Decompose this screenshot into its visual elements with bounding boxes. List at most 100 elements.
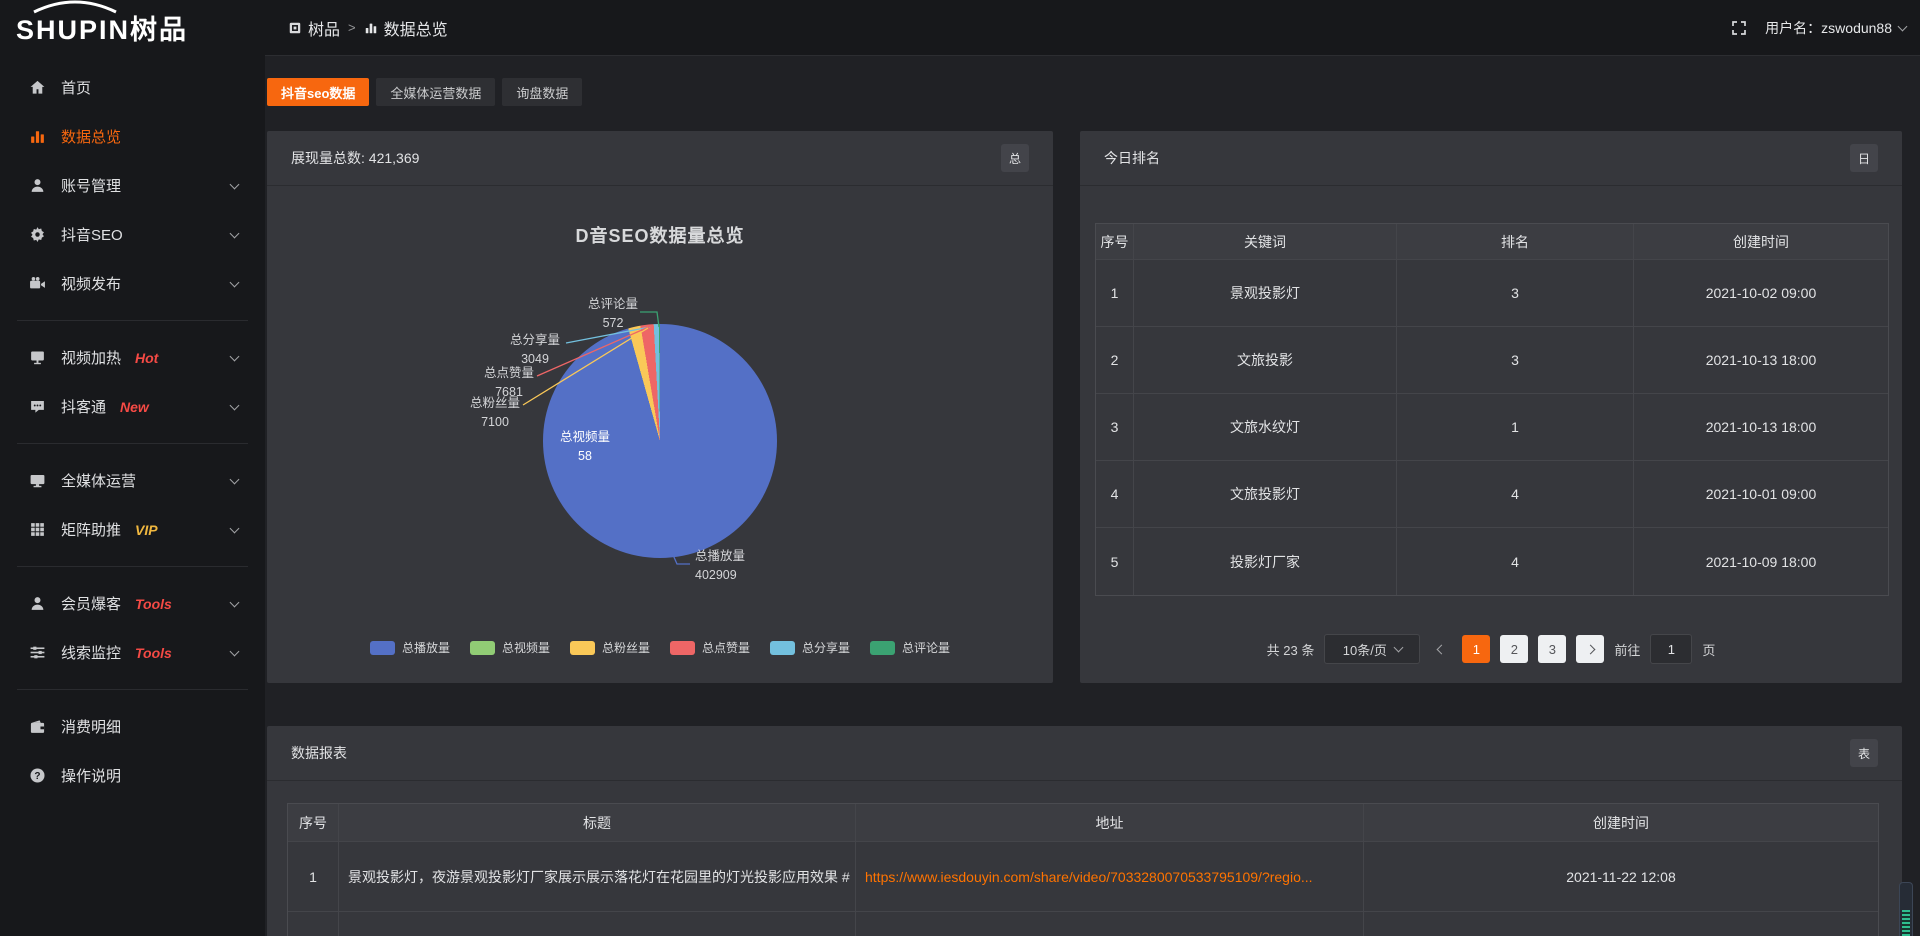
pagination: 共 23 条 10条/页 1 2 3 前往 页 [1080, 634, 1902, 664]
table-header-row: 序号 标题 地址 创建时间 [288, 804, 1878, 842]
hot-badge: Hot [135, 350, 158, 366]
legend-swatch [870, 641, 895, 655]
shupin-mark-icon [288, 21, 302, 35]
breadcrumb-current-label: 数据总览 [384, 16, 448, 40]
breadcrumb-root-label: 树品 [308, 16, 340, 40]
legend-item-fans[interactable]: 总粉丝量 [570, 639, 650, 656]
column-header: 地址 [856, 804, 1364, 842]
new-badge: New [120, 399, 149, 415]
sidebar-item-lead-monitor[interactable]: 线索监控 Tools [0, 628, 265, 677]
tools-badge: Tools [135, 645, 172, 661]
column-header: 创建时间 [1364, 804, 1878, 842]
sidebar-item-media-operation[interactable]: 全媒体运营 [0, 456, 265, 505]
legend-swatch [570, 641, 595, 655]
goto-page-input[interactable] [1650, 634, 1692, 664]
sidebar-item-video-heat[interactable]: 视频加热 Hot [0, 333, 265, 382]
sidebar-item-member-burst[interactable]: 会员爆客 Tools [0, 579, 265, 628]
menu-divider [17, 320, 248, 321]
report-panel: 数据报表 表 序号 标题 地址 创建时间 1 景观投影灯，夜游景观投影灯厂家展示… [267, 726, 1902, 936]
page-button-2[interactable]: 2 [1500, 635, 1528, 663]
chevron-down-icon [230, 597, 240, 607]
grid-icon [29, 521, 46, 538]
chevron-down-icon [230, 351, 240, 361]
menu-divider [17, 566, 248, 567]
legend-item-comments[interactable]: 总评论量 [870, 639, 950, 656]
sidebar-item-label: 抖客通 [61, 396, 106, 417]
sidebar-item-matrix-boost[interactable]: 矩阵助推 VIP [0, 505, 265, 554]
tab-inquiry-data[interactable]: 询盘数据 [502, 78, 582, 106]
chevron-down-icon [230, 179, 240, 189]
tab-media-operation-data[interactable]: 全媒体运营数据 [376, 78, 495, 106]
column-header: 排名 [1397, 224, 1634, 260]
tab-douyin-seo-data[interactable]: 抖音seo数据 [267, 78, 369, 106]
chart-legend: 总播放量 总视频量 总粉丝量 总点赞量 总分享量 总评论量 [267, 639, 1053, 656]
legend-item-videos[interactable]: 总视频量 [470, 639, 550, 656]
sidebar-item-label: 线索监控 [61, 642, 121, 663]
wallet-icon [29, 718, 46, 735]
sidebar-item-label: 消费明细 [61, 716, 121, 737]
pie-label-fans: 总粉丝量7100 [445, 394, 545, 432]
sidebar-item-help[interactable]: ? 操作说明 [0, 751, 265, 800]
sidebar-item-data-overview[interactable]: 数据总览 [0, 112, 265, 161]
overview-panel-header: 展现量总数: 421,369 总 [267, 131, 1053, 186]
legend-item-likes[interactable]: 总点赞量 [670, 639, 750, 656]
sidebar-item-home[interactable]: 首页 [0, 63, 265, 112]
main-content: 抖音seo数据 全媒体运营数据 询盘数据 展现量总数: 421,369 总 D音… [265, 55, 1920, 936]
breadcrumb-current[interactable]: 数据总览 [364, 16, 448, 40]
page-button-3[interactable]: 3 [1538, 635, 1566, 663]
page-button-1[interactable]: 1 [1462, 635, 1490, 663]
ranking-table: 序号 关键词 排名 创建时间 1景观投影灯32021-10-02 09:00 2… [1095, 223, 1889, 596]
page-size-select[interactable]: 10条/页 [1324, 634, 1420, 664]
table-toggle-button[interactable]: 表 [1850, 739, 1878, 767]
sidebar-item-account[interactable]: 账号管理 [0, 161, 265, 210]
legend-swatch [470, 641, 495, 655]
sidebar-item-expense-detail[interactable]: 消费明细 [0, 702, 265, 751]
sidebar-item-label: 矩阵助推 [61, 519, 121, 540]
chevron-down-icon [230, 523, 240, 533]
sidebar-item-douyin-seo[interactable]: 抖音SEO [0, 210, 265, 259]
report-table: 序号 标题 地址 创建时间 1 景观投影灯，夜游景观投影灯厂家展示展示落花灯在花… [287, 803, 1879, 936]
sidebar-item-douketong[interactable]: 抖客通 New [0, 382, 265, 431]
sidebar-item-label: 全媒体运营 [61, 470, 136, 491]
top-bar: SHUPIN树品 树品 > 数据总览 [0, 0, 1920, 55]
bar-chart-icon [29, 128, 46, 145]
chevron-down-icon [230, 400, 240, 410]
username-dropdown[interactable]: 用户名：zswodun88 [1765, 18, 1906, 38]
sidebar-item-label: 操作说明 [61, 765, 121, 786]
app-logo: SHUPIN树品 [0, 8, 265, 47]
fullscreen-icon[interactable] [1731, 20, 1747, 36]
legend-swatch [770, 641, 795, 655]
sidebar-item-video-publish[interactable]: 视频发布 [0, 259, 265, 308]
table-row: 2文旅投影32021-10-13 18:00 [1096, 327, 1888, 394]
video-camera-icon [29, 275, 46, 292]
total-toggle-button[interactable]: 总 [1001, 144, 1029, 172]
next-page-button[interactable] [1576, 635, 1604, 663]
sidebar-item-label: 视频加热 [61, 347, 121, 368]
goto-label: 前往 [1614, 640, 1640, 659]
goto-suffix-label: 页 [1702, 640, 1715, 659]
prev-page-button[interactable] [1430, 646, 1452, 653]
gear-icon [29, 226, 46, 243]
breadcrumb-root[interactable]: 树品 [288, 16, 340, 40]
chart-title: D音SEO数据量总览 [267, 222, 1053, 248]
chevron-down-icon [230, 646, 240, 656]
legend-item-plays[interactable]: 总播放量 [370, 639, 450, 656]
impressions-total-label: 展现量总数: 421,369 [291, 148, 419, 168]
pie-label-videos: 总视频量58 [535, 428, 635, 466]
scrollbar-widget[interactable] [1899, 882, 1913, 936]
day-toggle-button[interactable]: 日 [1850, 144, 1878, 172]
ranking-panel-title: 今日排名 [1104, 148, 1160, 168]
bar-chart-icon [364, 21, 378, 35]
chevron-down-icon [230, 277, 240, 287]
vip-badge: VIP [135, 522, 158, 538]
logo-text: SHUPIN树品 [16, 15, 188, 45]
legend-item-shares[interactable]: 总分享量 [770, 639, 850, 656]
column-header: 标题 [339, 804, 856, 842]
sidebar-item-label: 视频发布 [61, 273, 121, 294]
sidebar: 首页 数据总览 账号管理 抖音SEO 视频发布 [0, 55, 265, 936]
pie-label-plays: 总播放量402909 [695, 547, 795, 585]
table-row: 3文旅水纹灯12021-10-13 18:00 [1096, 394, 1888, 461]
screen-icon [29, 349, 46, 366]
sidebar-item-label: 会员爆客 [61, 593, 121, 614]
video-link[interactable]: https://www.iesdouyin.com/share/video/70… [865, 869, 1313, 885]
